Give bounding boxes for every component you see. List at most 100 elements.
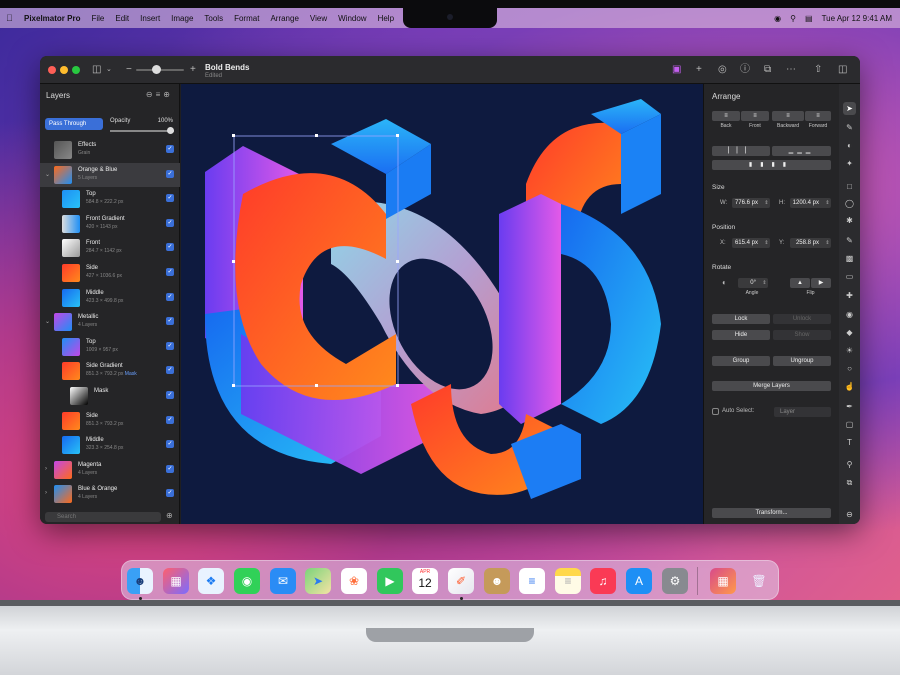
layer-row[interactable]: Front Gradient 420 × 1143 px ✓ [40, 212, 180, 236]
menu-insert[interactable]: Insert [140, 14, 160, 23]
apple-menu-icon[interactable]:  [6, 13, 24, 23]
zoom-tool-icon[interactable]: ⚲ [843, 458, 856, 471]
control-center-icon[interactable]: ▤ [805, 14, 813, 23]
menu-image[interactable]: Image [171, 14, 193, 23]
lock-button[interactable]: Lock [712, 314, 770, 324]
trash-icon[interactable]: 🗑 [746, 568, 772, 594]
show-button[interactable]: Show [773, 330, 831, 340]
zoom-in-icon[interactable]: + [190, 64, 196, 76]
fullscreen-button[interactable] [72, 66, 80, 74]
inspector-toggle-icon[interactable]: ◫ [838, 64, 847, 76]
menu-app-name[interactable]: Pixelmator Pro [24, 14, 80, 23]
layer-row[interactable]: Side 851.3 × 793.2 px ✓ [40, 409, 180, 433]
menu-file[interactable]: File [91, 14, 104, 23]
magic-wand-tool-icon[interactable]: ✱ [843, 214, 856, 227]
crop-tool-icon[interactable]: ⧉ [843, 476, 856, 489]
layer-visibility-checkbox[interactable]: ✓ [166, 415, 174, 424]
layer-row[interactable]: Middle 323.3 × 254.8 px ✓ [40, 433, 180, 457]
share-icon[interactable]: ⇧ [814, 64, 822, 76]
auto-select-checkbox[interactable] [712, 408, 719, 415]
disclosure-chevron-icon[interactable]: ⌄ [45, 318, 50, 325]
smudge-tool-icon[interactable]: ☝ [843, 380, 856, 393]
app-store-icon[interactable]: A [626, 568, 652, 594]
layer-visibility-checkbox[interactable]: ✓ [166, 341, 174, 350]
pen-tool-icon[interactable]: ✒ [843, 400, 856, 413]
bring-to-front-icon[interactable]: ≡ [741, 111, 769, 121]
minimize-button[interactable] [60, 66, 68, 74]
transform-button[interactable]: Transform... [712, 508, 831, 518]
layer-row[interactable]: Effects Grain ✓ [40, 138, 180, 162]
layer-row[interactable]: Side 427 × 1036.6 px ✓ [40, 261, 180, 285]
y-stepper-icon[interactable]: ⇕ [824, 238, 831, 248]
x-stepper-icon[interactable]: ⇕ [763, 238, 770, 248]
sharpen-tool-icon[interactable]: ◆ [843, 326, 856, 339]
opacity-slider[interactable] [110, 130, 174, 132]
flip-horizontal-icon[interactable]: ▲ [790, 278, 810, 288]
shapes-tool-icon[interactable]: ▢ [843, 418, 856, 431]
clone-tool-icon[interactable]: ◉ [843, 308, 856, 321]
layer-row[interactable]: ⌄ Orange & Blue 5 Layers ✓ [40, 162, 180, 187]
color-adjust-tool-icon[interactable]: ◐ [843, 139, 856, 152]
light-tool-icon[interactable]: ☀ [843, 344, 856, 357]
layer-row[interactable]: Side Gradient 851.3 × 793.2 px Mask ✓ [40, 359, 180, 383]
facetime-icon[interactable]: ▶ [377, 568, 403, 594]
group-button[interactable]: Group [712, 356, 770, 366]
blend-mode-select[interactable]: Pass Through [45, 118, 103, 130]
eraser-tool-icon[interactable]: ▭ [843, 270, 856, 283]
crop-icon[interactable]: ⧉ [764, 64, 771, 76]
hide-button[interactable]: Hide [712, 330, 770, 340]
format-icon[interactable]: ◎ [718, 64, 727, 76]
layer-visibility-checkbox[interactable]: ✓ [166, 268, 174, 276]
layer-visibility-checkbox[interactable]: ✓ [166, 440, 174, 449]
rotate-dial-icon[interactable]: ◐ [722, 278, 727, 287]
chevron-down-icon[interactable]: ⌄ [106, 64, 112, 76]
layer-visibility-checkbox[interactable]: ✓ [166, 391, 174, 399]
width-stepper-icon[interactable]: ⇕ [763, 198, 770, 208]
more-tools-icon[interactable]: ⊖ [843, 508, 856, 521]
wifi-icon[interactable]: ◉ [774, 14, 781, 23]
messages-icon[interactable]: ◉ [234, 568, 260, 594]
layer-visibility-checkbox[interactable]: ✓ [166, 464, 174, 473]
close-button[interactable] [48, 66, 56, 74]
pixelmator-ml-icon[interactable]: ▣ [672, 64, 681, 76]
layer-visibility-checkbox[interactable]: ✓ [166, 145, 174, 153]
layer-visibility-checkbox[interactable]: ✓ [166, 169, 174, 178]
info-icon[interactable]: ⓘ [740, 64, 750, 76]
layer-row[interactable]: › Blue & Orange 4 Layers ✓ [40, 482, 180, 506]
layer-search-input[interactable]: Search [45, 512, 161, 522]
effects-tool-icon[interactable]: ✦ [843, 157, 856, 170]
layer-row[interactable]: Top 1009 × 957 px ✓ [40, 335, 180, 359]
opacity-slider-knob[interactable] [167, 127, 174, 134]
align-vertical-buttons[interactable]: ▁▁▁ [772, 146, 831, 156]
menu-edit[interactable]: Edit [115, 14, 129, 23]
send-to-back-icon[interactable]: ≡ [712, 111, 740, 121]
layer-visibility-checkbox[interactable]: ✓ [166, 243, 174, 252]
layer-row[interactable]: Middle 423.3 × 499.8 px ✓ [40, 286, 180, 310]
photos-icon[interactable]: ❀ [341, 568, 367, 594]
layer-row[interactable]: Front 284.7 × 1142 px ✓ [40, 236, 180, 260]
add-icon[interactable]: + [696, 64, 702, 76]
notes-icon[interactable]: ≡ [555, 568, 581, 594]
canvas[interactable] [181, 84, 703, 524]
height-stepper-icon[interactable]: ⇕ [824, 198, 831, 208]
downloads-stack-icon[interactable]: ▦ [710, 568, 736, 594]
menu-help[interactable]: Help [378, 14, 394, 23]
layer-row[interactable]: Mask ✓ [40, 384, 180, 408]
bring-forward-icon[interactable]: ≡ [805, 111, 831, 121]
retouch-tool-icon[interactable]: ✚ [843, 289, 856, 302]
disclosure-chevron-icon[interactable]: › [45, 490, 47, 496]
send-backward-icon[interactable]: ≡ [772, 111, 804, 121]
mail-icon[interactable]: ✉ [270, 568, 296, 594]
calendar-icon[interactable]: APR 12 [412, 568, 438, 594]
music-icon[interactable]: ♫ [590, 568, 616, 594]
add-layer-button[interactable]: ⊕ [166, 511, 173, 520]
layer-row[interactable]: Top 584.8 × 222.2 px ✓ [40, 187, 180, 211]
menu-format[interactable]: Format [234, 14, 259, 23]
safari-icon[interactable]: ❖ [198, 568, 224, 594]
type-tool-icon[interactable]: T [843, 436, 856, 449]
angle-stepper-icon[interactable]: ⇕ [761, 278, 768, 288]
zoom-out-icon[interactable]: − [126, 64, 132, 76]
layer-visibility-checkbox[interactable]: ✓ [166, 292, 174, 301]
remove-layer-icon[interactable]: ⊖ [146, 90, 156, 99]
mask-badge[interactable]: Mask [125, 371, 137, 377]
